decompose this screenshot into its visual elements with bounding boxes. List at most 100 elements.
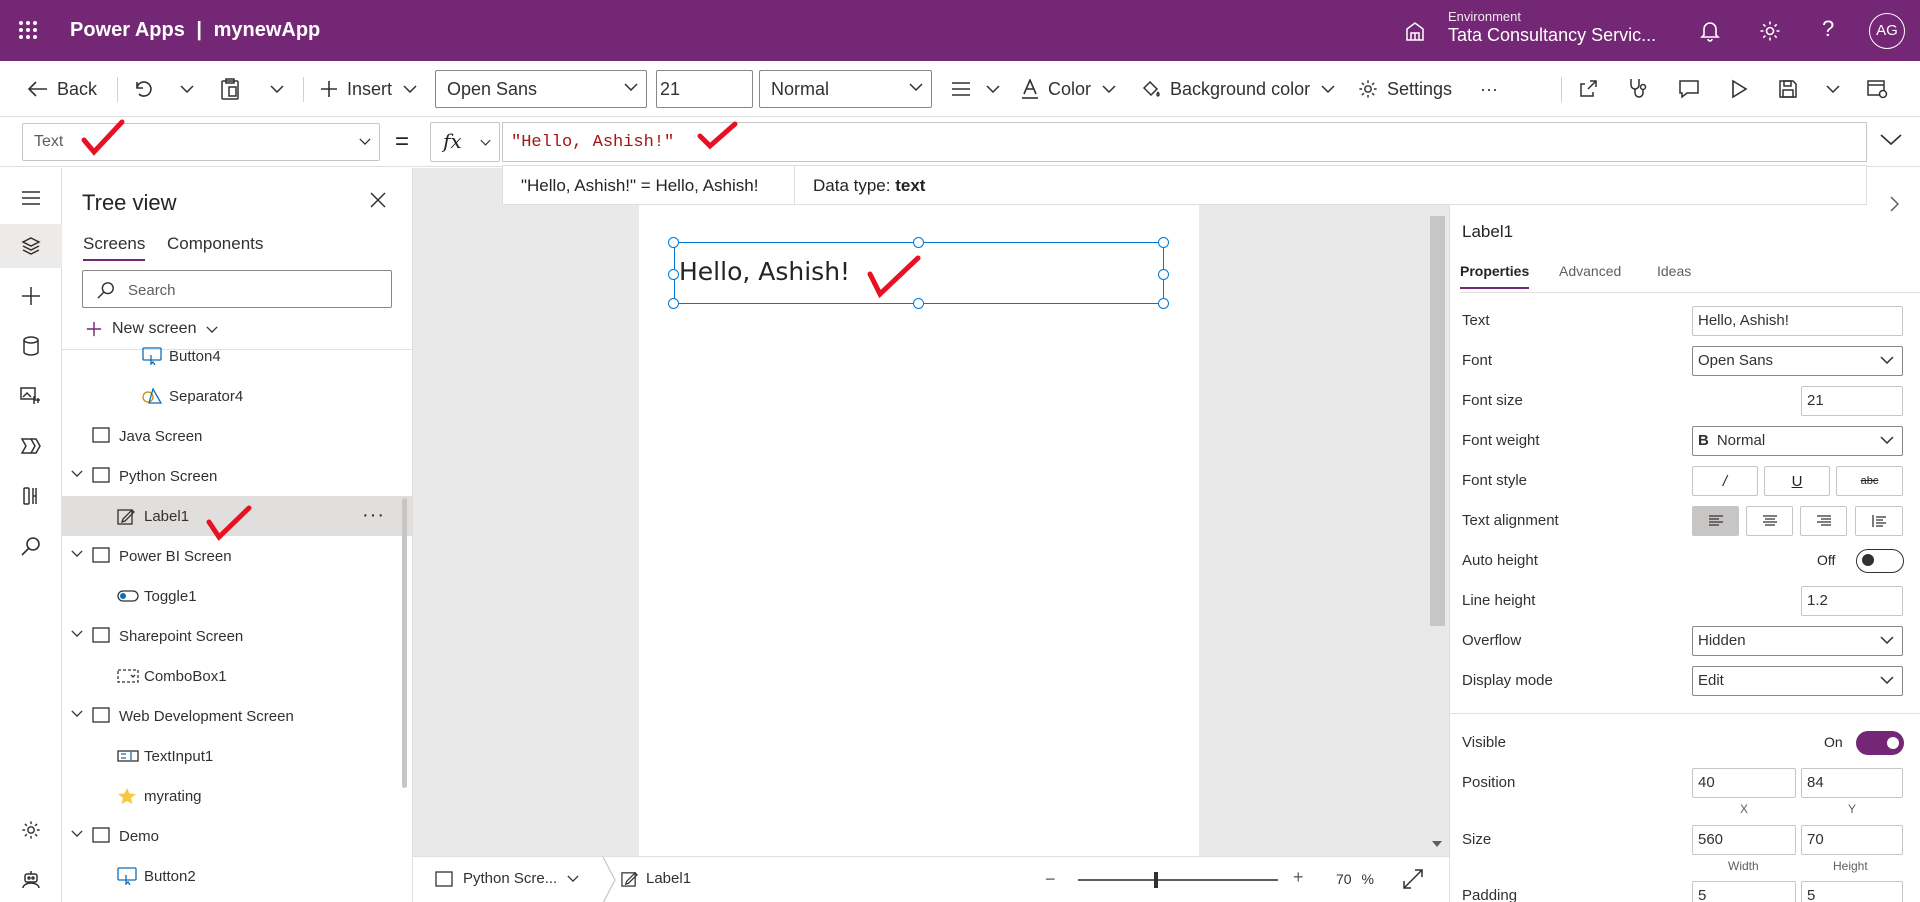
zoom-slider-thumb[interactable]	[1154, 872, 1158, 888]
tab-ideas[interactable]: Ideas	[1657, 263, 1691, 279]
tree-item-demo[interactable]: Demo	[62, 816, 412, 856]
help-icon[interactable]: ?	[1822, 16, 1834, 42]
resize-handle[interactable]	[668, 269, 679, 280]
color-button[interactable]: Color	[1021, 61, 1125, 117]
tab-advanced[interactable]: Advanced	[1559, 263, 1621, 279]
undo-dropdown[interactable]	[180, 61, 203, 117]
paste-button[interactable]	[220, 61, 249, 117]
background-color-button[interactable]: Background color	[1141, 61, 1344, 117]
text-input[interactable]: Hello, Ashish!	[1692, 306, 1903, 336]
settings-button[interactable]: Settings	[1358, 61, 1452, 117]
bell-icon[interactable]	[1700, 20, 1720, 42]
power-automate-icon[interactable]	[0, 424, 62, 468]
padding-bottom-field[interactable]: 5	[1801, 881, 1903, 902]
expand-formula-icon[interactable]	[1880, 134, 1902, 146]
tree-item-combobox1[interactable]: ComboBox1	[62, 656, 412, 696]
tree-item-java-screen[interactable]: Java Screen	[62, 416, 412, 456]
advanced-tools-icon[interactable]	[0, 474, 62, 518]
display-mode-select[interactable]: Edit	[1692, 666, 1903, 696]
tab-components[interactable]: Components	[167, 234, 263, 254]
strikethrough-button[interactable]: abc	[1836, 466, 1903, 496]
tree-item-textinput1[interactable]: TextInput1	[62, 736, 412, 776]
virtual-agent-icon[interactable]	[0, 858, 62, 902]
tree-scrollbar[interactable]	[402, 498, 407, 788]
insert-button[interactable]: Insert	[320, 61, 426, 117]
settings-rail-icon[interactable]	[0, 808, 62, 852]
align-center-button[interactable]	[1746, 506, 1793, 536]
undo-button[interactable]	[132, 61, 161, 117]
auto-height-toggle[interactable]	[1856, 549, 1904, 573]
overflow-select[interactable]: Hidden	[1692, 626, 1903, 656]
resize-handle[interactable]	[668, 237, 679, 248]
back-button[interactable]: Back	[28, 61, 97, 117]
line-height-field[interactable]: 1.2	[1801, 586, 1903, 616]
font-weight-dropdown[interactable]: Normal	[759, 70, 932, 108]
tab-screens[interactable]: Screens	[83, 234, 146, 261]
environment-picker[interactable]: Environment Tata Consultancy Servic...	[1448, 9, 1656, 46]
resize-handle[interactable]	[1158, 269, 1169, 280]
canvas-scrollbar-thumb[interactable]	[1430, 216, 1445, 626]
width-field[interactable]: 560	[1692, 825, 1796, 855]
insert-rail-icon[interactable]	[0, 274, 62, 318]
canvas-scrollbar[interactable]	[1430, 216, 1445, 846]
justify-button[interactable]	[1855, 506, 1903, 536]
resize-handle[interactable]	[668, 298, 679, 309]
preview-button[interactable]	[1730, 61, 1757, 117]
tree-item-power-bi-screen[interactable]: Power BI Screen	[62, 536, 412, 576]
font-size-input[interactable]: 21	[656, 70, 753, 108]
gear-icon[interactable]	[1759, 20, 1781, 42]
italic-button[interactable]: /	[1692, 466, 1758, 496]
zoom-level[interactable]: 70 %	[1336, 871, 1374, 887]
position-y-field[interactable]: 84	[1801, 768, 1903, 798]
media-icon[interactable]	[0, 374, 62, 418]
align-right-button[interactable]	[1800, 506, 1847, 536]
data-icon[interactable]	[0, 324, 62, 368]
save-button[interactable]	[1778, 61, 1807, 117]
app-launcher-icon[interactable]	[18, 20, 38, 40]
tree-item-button2[interactable]: Button2	[62, 856, 412, 896]
tree-item-web-development-screen[interactable]: Web Development Screen	[62, 696, 412, 736]
hamburger-icon[interactable]	[0, 176, 62, 220]
share-button[interactable]	[1578, 61, 1607, 117]
more-options-icon[interactable]: ···	[362, 504, 385, 527]
fx-button[interactable]: fx	[430, 122, 500, 162]
tree-item-separator4[interactable]: Separator4	[62, 376, 412, 416]
tree-view-icon[interactable]	[0, 224, 62, 268]
close-icon[interactable]	[370, 192, 386, 208]
comments-button[interactable]	[1678, 61, 1709, 117]
height-field[interactable]: 70	[1801, 825, 1903, 855]
environment-icon[interactable]	[1404, 20, 1426, 42]
font-dropdown[interactable]: Open Sans	[435, 70, 647, 108]
tree-item-button4[interactable]: Button4	[62, 336, 412, 376]
tree-item-sharepoint-screen[interactable]: Sharepoint Screen	[62, 616, 412, 656]
padding-top-field[interactable]: 5	[1692, 881, 1796, 902]
property-dropdown[interactable]: Text	[22, 123, 380, 161]
publish-button[interactable]	[1866, 61, 1897, 117]
align-left-button[interactable]	[1692, 506, 1739, 536]
tree-item-toggle1[interactable]: Toggle1	[62, 576, 412, 616]
breadcrumb-control[interactable]: Label1	[621, 870, 691, 887]
font-select[interactable]: Open Sans	[1692, 346, 1903, 376]
save-dropdown[interactable]	[1826, 61, 1849, 117]
position-x-field[interactable]: 40	[1692, 768, 1796, 798]
more-button[interactable]: ···	[1480, 61, 1498, 117]
zoom-in-button[interactable]: +	[1293, 867, 1304, 888]
search-icon[interactable]	[0, 524, 62, 568]
font-weight-select[interactable]: B Normal	[1692, 426, 1903, 456]
tab-properties[interactable]: Properties	[1460, 263, 1530, 289]
font-size-field[interactable]: 21	[1801, 386, 1903, 416]
visible-toggle[interactable]	[1856, 731, 1904, 755]
resize-handle[interactable]	[1158, 298, 1169, 309]
zoom-out-button[interactable]: −	[1045, 869, 1056, 890]
zoom-slider[interactable]	[1078, 872, 1278, 888]
avatar[interactable]: AG	[1869, 13, 1905, 49]
tree-item-myrating[interactable]: myrating	[62, 776, 412, 816]
resize-handle[interactable]	[913, 237, 924, 248]
text-align-button[interactable]	[951, 61, 1009, 117]
paste-dropdown[interactable]	[270, 61, 293, 117]
underline-button[interactable]: U	[1764, 466, 1830, 496]
control-name[interactable]: Label1	[1462, 222, 1513, 242]
fit-to-window-icon[interactable]	[1403, 869, 1423, 889]
app-checker-button[interactable]	[1628, 61, 1657, 117]
breadcrumb-screen[interactable]: Python Scre...	[435, 870, 579, 887]
